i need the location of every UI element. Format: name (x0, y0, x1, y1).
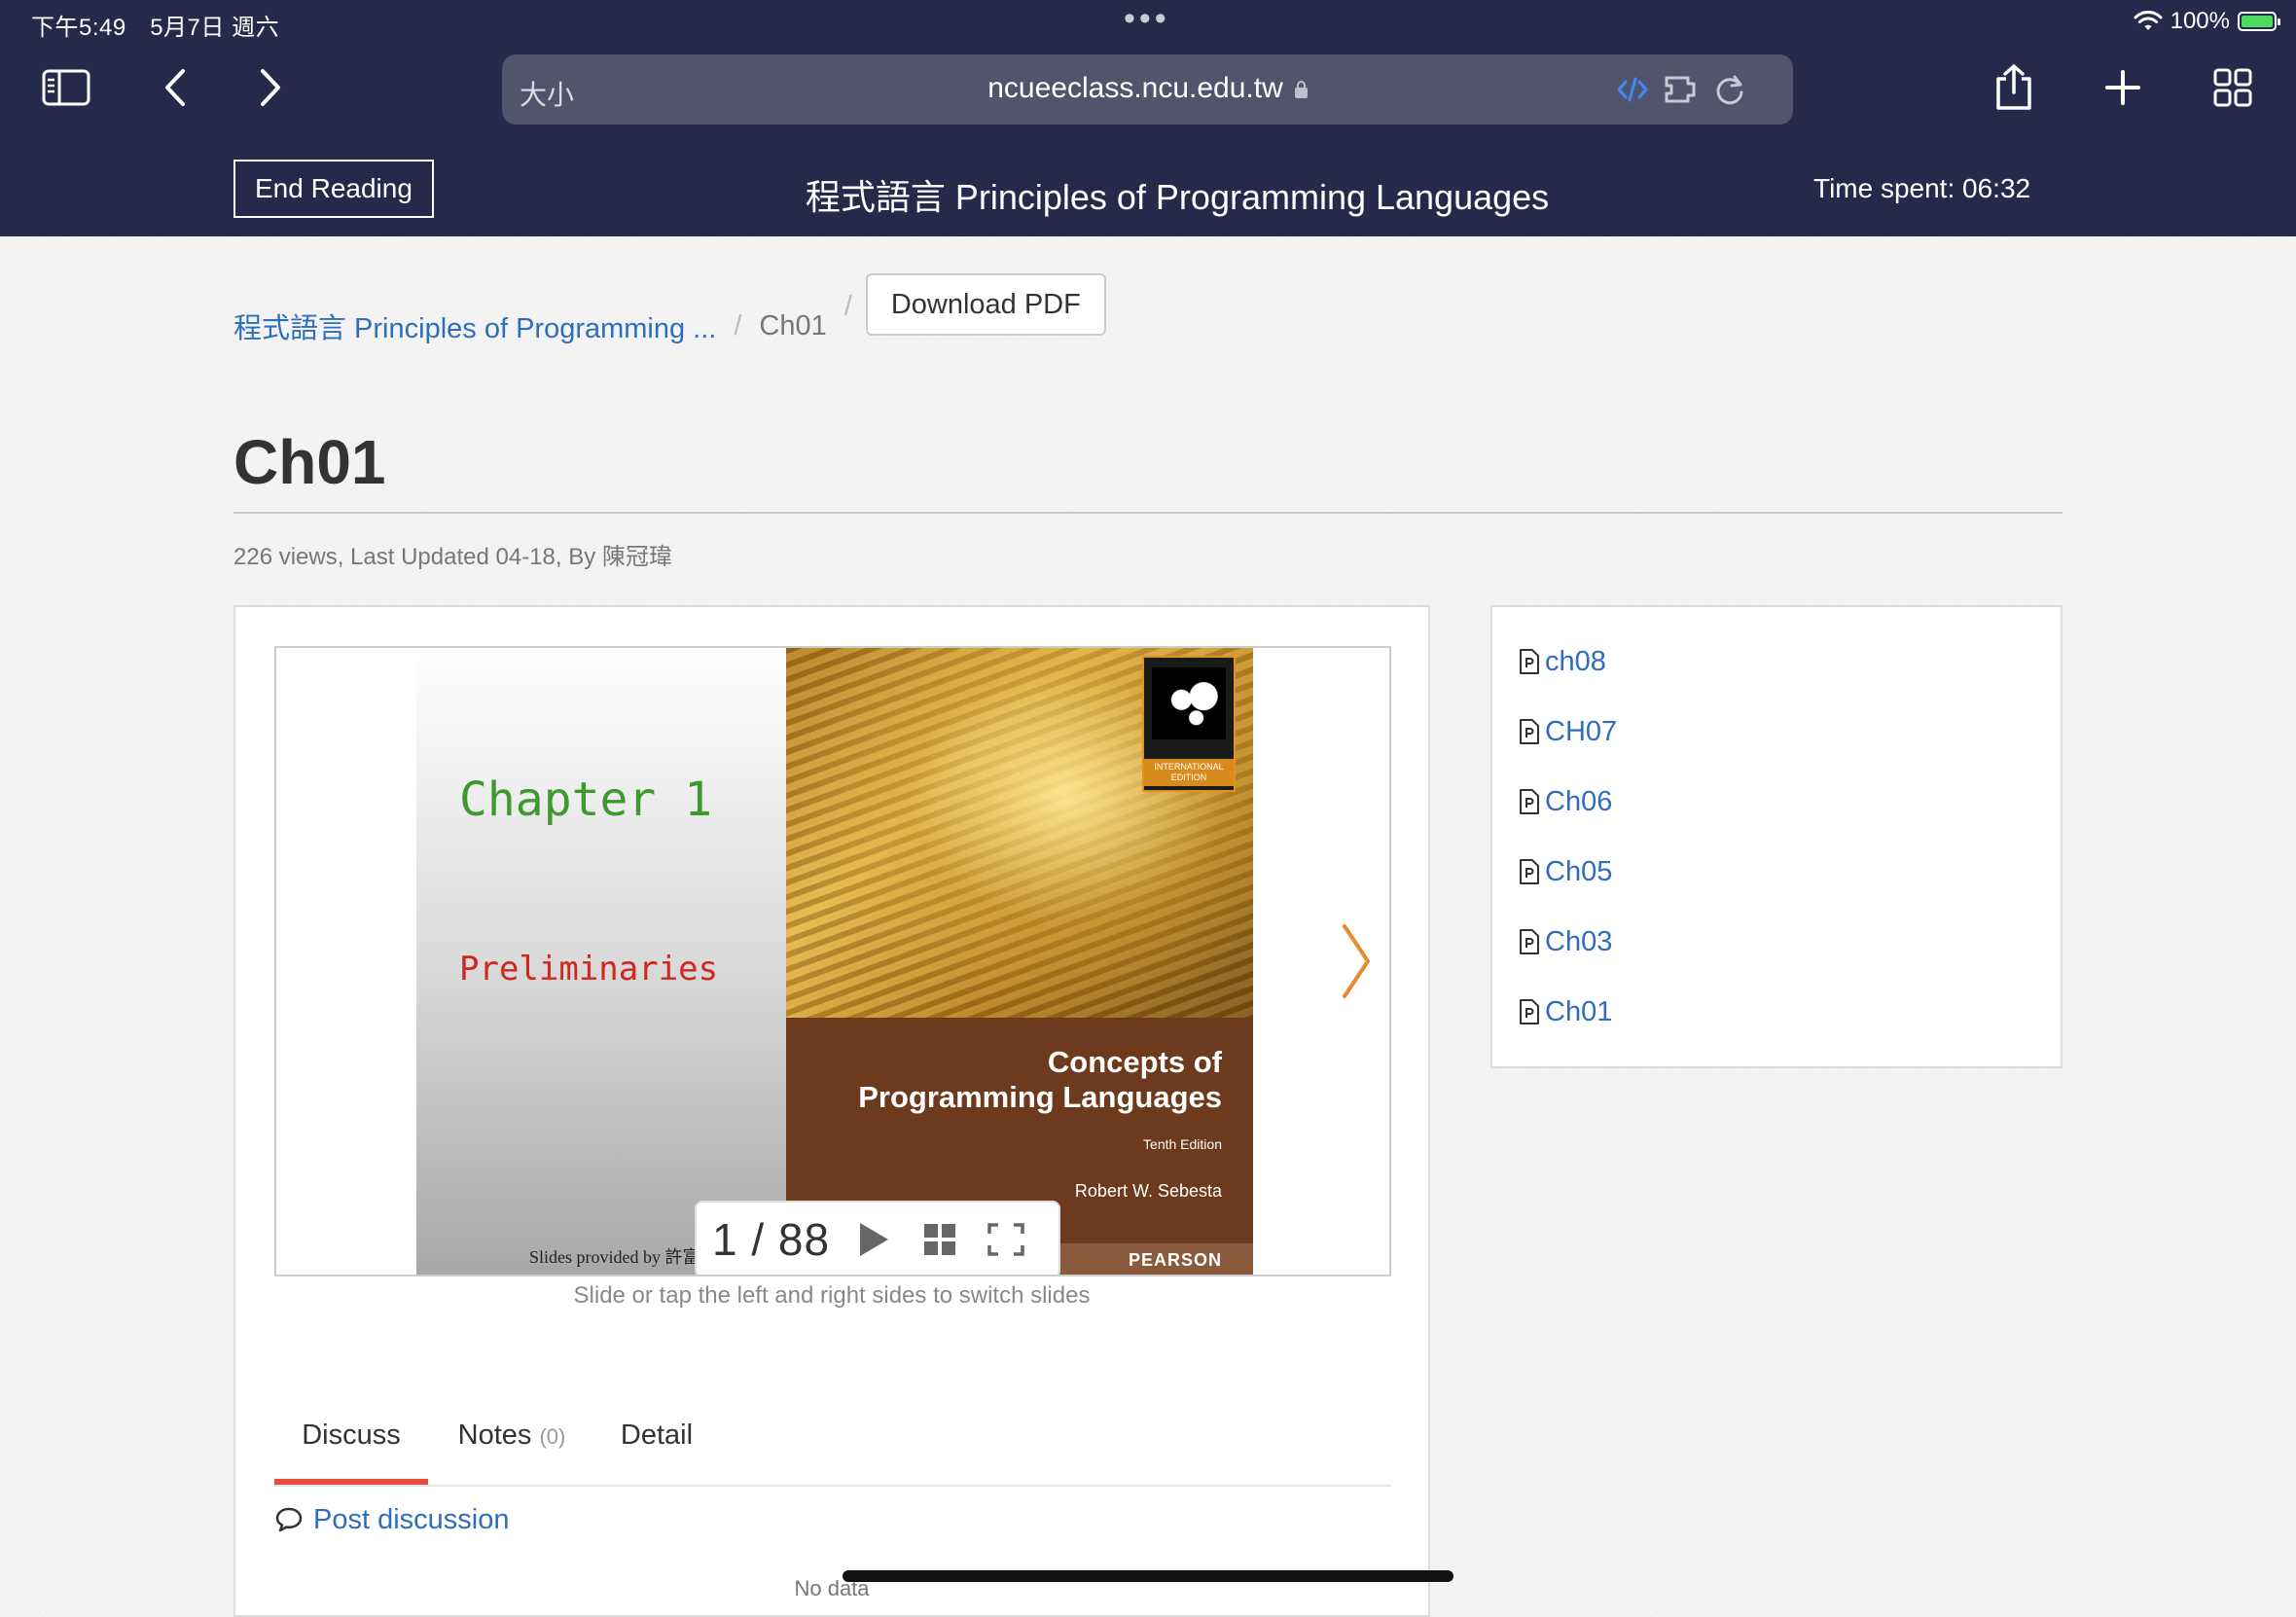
new-tab-icon[interactable] (2094, 58, 2152, 117)
address-bar[interactable]: 大小 ncueeclass.ncu.edu.tw (502, 54, 1793, 125)
sidebar-item-ch05[interactable]: Ch05 (1518, 852, 1612, 891)
time-spent: Time spent: 06:32 (1813, 173, 2031, 203)
breadcrumb: 程式語言 Principles of Programming ... / Ch0… (233, 273, 1106, 360)
breadcrumb-course-link[interactable]: 程式語言 Principles of Programming ... (233, 305, 716, 346)
fullscreen-icon[interactable] (982, 1215, 1030, 1264)
tab-detail[interactable]: Detail (595, 1405, 718, 1485)
book-publisher: PEARSON (1128, 1250, 1222, 1270)
code-extension-icon[interactable] (1613, 70, 1652, 109)
page-title: Ch01 (233, 427, 386, 497)
slide-hint: Slide or tap the left and right sides to… (573, 1282, 1091, 1309)
title-divider (233, 512, 2063, 514)
download-pdf-button[interactable]: Download PDF (865, 273, 1106, 336)
battery-percent: 100% (2170, 8, 2230, 34)
pdf-file-icon (1520, 999, 1539, 1024)
book-title: Concepts of Programming Languages (858, 1045, 1222, 1115)
chapter-list-panel: ch08 CH07 Ch06 Ch05 Ch03 Ch01 (1490, 605, 2063, 1068)
tab-label: Detail (620, 1419, 694, 1451)
sidebar-item-ch07[interactable]: CH07 (1518, 712, 1617, 751)
reload-icon[interactable] (1710, 70, 1749, 109)
extension-icon[interactable] (1662, 70, 1701, 109)
tab-label: Discuss (302, 1419, 401, 1451)
post-discussion-label: Post discussion (313, 1503, 510, 1535)
sidebar-item-label: Ch01 (1545, 995, 1613, 1027)
slide-viewer[interactable]: Chapter 1 Preliminaries Slides provided … (274, 646, 1391, 1276)
sidebar-item-label: Ch03 (1545, 925, 1613, 957)
book-cover-image: INTERNATIONAL EDITION Concepts of Progra… (786, 648, 1253, 1275)
forward-icon[interactable] (241, 58, 300, 117)
main-panel: Chapter 1 Preliminaries Slides provided … (233, 605, 1430, 1617)
reader-bar: End Reading 程式語言 Principles of Programmi… (0, 146, 2296, 236)
book-title-line2: Programming Languages (858, 1080, 1222, 1114)
sidebar-toggle-icon[interactable] (37, 58, 95, 117)
international-edition-badge: INTERNATIONAL EDITION (1142, 656, 1236, 792)
wifi-icon (2134, 11, 2163, 30)
book-edition: Tenth Edition (1143, 1136, 1222, 1152)
sidebar-item-ch01[interactable]: Ch01 (1518, 992, 1612, 1031)
slide-chapter-subtitle: Preliminaries (459, 950, 719, 988)
badge-text: INTERNATIONAL EDITION (1144, 759, 1234, 786)
pdf-file-icon (1520, 859, 1539, 884)
breadcrumb-separator: / (734, 309, 742, 341)
pdf-file-icon (1520, 929, 1539, 954)
pdf-file-icon (1520, 719, 1539, 744)
sidebar-item-ch08[interactable]: ch08 (1518, 642, 1606, 681)
tab-count: (0) (539, 1424, 566, 1449)
share-icon[interactable] (1985, 58, 2043, 117)
sidebar-item-label: Ch06 (1545, 785, 1613, 817)
breadcrumb-current: Ch01 (759, 309, 827, 341)
url-text: ncueeclass.ncu.edu.tw (987, 72, 1283, 104)
tab-discuss[interactable]: Discuss (274, 1405, 428, 1485)
sidebar-item-ch06[interactable]: Ch06 (1518, 782, 1612, 821)
sidebar-item-label: ch08 (1545, 645, 1606, 677)
tab-notes[interactable]: Notes (0) (440, 1405, 584, 1485)
slide-page-count: 1 / 88 (712, 1214, 831, 1265)
status-right: 100% (2134, 8, 2280, 35)
battery-icon (2238, 12, 2280, 31)
page-meta: 226 views, Last Updated 04-18, By 陳冠瑋 (233, 544, 672, 570)
book-author: Robert W. Sebesta (1074, 1181, 1222, 1201)
tab-label: Notes (457, 1419, 532, 1451)
multitasking-dots[interactable]: ••• (1124, 0, 1170, 38)
status-time-date: 下午5:49 5月7日 週六 (31, 15, 280, 41)
slide-title-area: Chapter 1 Preliminaries Slides provided … (416, 648, 786, 1275)
tab-overview-icon[interactable] (2204, 58, 2262, 117)
play-icon[interactable] (849, 1215, 898, 1264)
grid-view-icon[interactable] (915, 1215, 964, 1264)
browser-chrome: 下午5:49 5月7日 週六 ••• 100% 大小 ncueeclass.nc… (0, 0, 2296, 236)
pdf-file-icon (1520, 649, 1539, 674)
url-display[interactable]: ncueeclass.ncu.edu.tw (502, 72, 1793, 105)
breadcrumb-separator: / (843, 290, 852, 322)
lock-icon (1294, 81, 1308, 98)
slide-chapter-title: Chapter 1 (459, 773, 713, 827)
sidebar-item-label: CH07 (1545, 715, 1618, 747)
post-discussion-link[interactable]: Post discussion (274, 1498, 510, 1541)
globe-map-icon (1152, 667, 1226, 739)
tab-bar: Discuss Notes (0) Detail (274, 1405, 1391, 1487)
pdf-file-icon (1520, 789, 1539, 814)
home-indicator[interactable] (843, 1570, 1453, 1582)
sidebar-item-ch03[interactable]: Ch03 (1518, 922, 1612, 961)
next-slide-chevron-icon[interactable] (1337, 922, 1376, 1000)
back-icon[interactable] (146, 58, 204, 117)
sidebar-item-label: Ch05 (1545, 855, 1613, 887)
speech-bubble-icon (275, 1507, 303, 1532)
book-title-line1: Concepts of (1047, 1045, 1222, 1079)
slide-controls: 1 / 88 (695, 1201, 1060, 1275)
